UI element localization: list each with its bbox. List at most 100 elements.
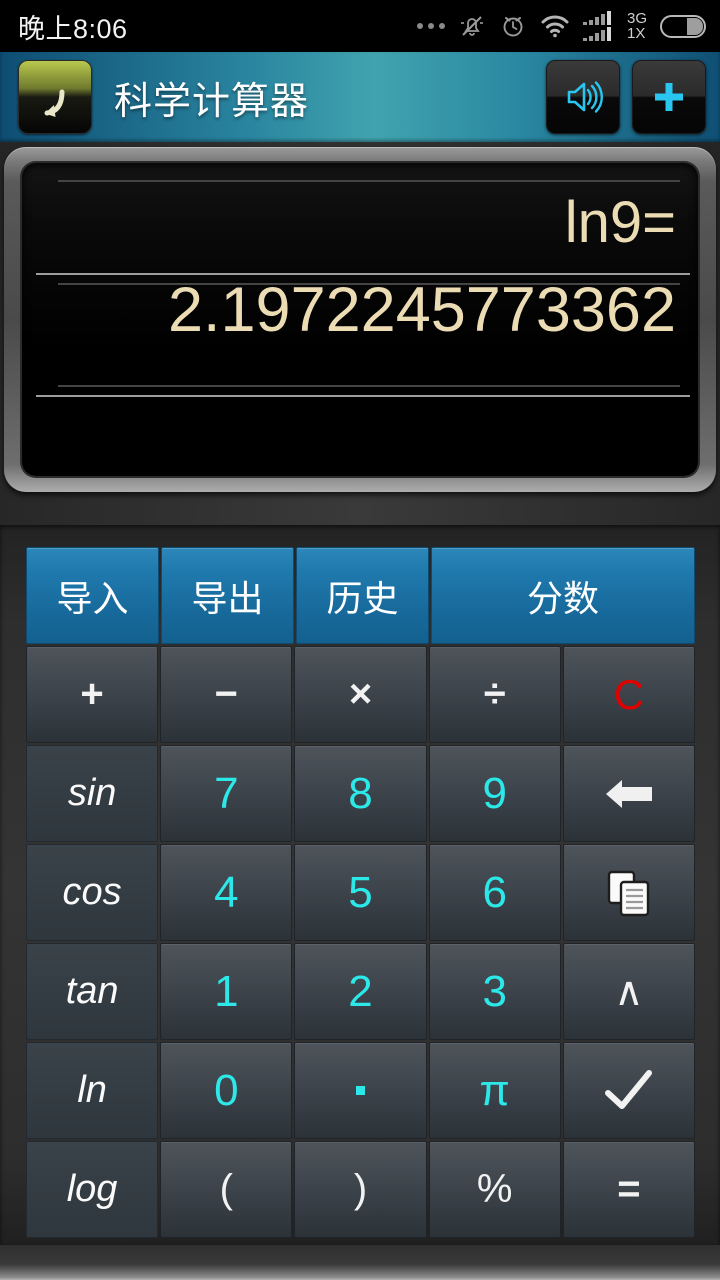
percent-button-label: % bbox=[476, 1167, 513, 1211]
confirm-button[interactable] bbox=[562, 1042, 696, 1139]
device-bottom-edge bbox=[0, 1245, 720, 1280]
digit-5-button-label: 5 bbox=[348, 867, 373, 917]
log-button[interactable]: log bbox=[26, 1141, 159, 1238]
digit-1-button[interactable]: 1 bbox=[160, 943, 293, 1040]
digit-3-button[interactable]: 3 bbox=[428, 943, 561, 1040]
digit-5-button[interactable]: 5 bbox=[294, 844, 427, 941]
plus-button[interactable]: + bbox=[26, 646, 159, 743]
clear-button[interactable]: C bbox=[562, 646, 696, 743]
display-bezel: ln9= 2.1972245773362 bbox=[4, 147, 716, 492]
import-button-label: 导入 bbox=[56, 577, 129, 619]
copy-icon bbox=[607, 870, 650, 916]
digit-6-button[interactable]: 6 bbox=[428, 844, 561, 941]
export-button-label: 导出 bbox=[191, 577, 264, 619]
left-paren-button[interactable]: ( bbox=[160, 1141, 293, 1238]
tan-button-label: tan bbox=[65, 970, 119, 1012]
keypad-row: 导入 导出 历史 分数 bbox=[26, 547, 695, 644]
import-button[interactable]: 导入 bbox=[26, 547, 159, 644]
digit-3-button-label: 3 bbox=[482, 966, 507, 1016]
equals-button[interactable]: = bbox=[562, 1141, 696, 1238]
calculator-app: 晚上8:06 3G 1X 科学计算器 ln9= 2.1972245773362 … bbox=[0, 0, 720, 1280]
check-icon bbox=[604, 1069, 652, 1109]
multiply-button[interactable]: × bbox=[294, 646, 427, 743]
digit-9-button-label: 9 bbox=[482, 768, 507, 818]
divide-button-label: ÷ bbox=[483, 672, 506, 716]
cos-button[interactable]: cos bbox=[26, 844, 159, 941]
export-button[interactable]: 导出 bbox=[161, 547, 294, 644]
digit-7-button-label: 7 bbox=[214, 768, 239, 818]
ln-button[interactable]: ln bbox=[26, 1042, 159, 1139]
digit-9-button[interactable]: 9 bbox=[428, 745, 561, 842]
network-type-top: 3G bbox=[626, 10, 647, 27]
left-paren-button-label: ( bbox=[219, 1167, 233, 1211]
digit-2-button[interactable]: 2 bbox=[294, 943, 427, 1040]
right-paren-button-label: ) bbox=[353, 1167, 368, 1211]
clear-button-label: C bbox=[613, 670, 645, 718]
decimal-dot-glyph bbox=[356, 1086, 365, 1095]
keypad-row: sin 7 8 9 bbox=[26, 745, 696, 842]
right-paren-button[interactable]: ) bbox=[294, 1141, 427, 1238]
digit-8-button[interactable]: 8 bbox=[294, 745, 427, 842]
minus-button-label: − bbox=[214, 672, 238, 716]
equals-button-label: = bbox=[617, 1167, 641, 1211]
percent-button[interactable]: % bbox=[428, 1141, 561, 1238]
cos-button-label: cos bbox=[62, 871, 122, 913]
digit-4-button[interactable]: 4 bbox=[160, 844, 293, 941]
status-icons: 3G 1X bbox=[416, 11, 706, 41]
digit-8-button-label: 8 bbox=[348, 768, 373, 818]
backspace-button[interactable] bbox=[562, 745, 696, 842]
back-arrow-icon bbox=[44, 89, 65, 117]
volume-button[interactable] bbox=[546, 60, 620, 134]
back-button[interactable] bbox=[18, 60, 92, 134]
keypad: 导入 导出 历史 分数 + − × ÷ Csin 7 8 9 cos 4 5 6 tan 1 2 3 ∧ ln 0 π log (… bbox=[26, 547, 696, 1238]
copy-button[interactable] bbox=[562, 844, 696, 941]
sin-button[interactable]: sin bbox=[26, 745, 159, 842]
battery-icon bbox=[660, 14, 706, 38]
ln-button-label: ln bbox=[77, 1069, 107, 1111]
log-button-label: log bbox=[66, 1168, 118, 1210]
digit-2-button-label: 2 bbox=[348, 966, 373, 1016]
result-text: 2.1972245773362 bbox=[167, 275, 676, 345]
fraction-button[interactable]: 分数 bbox=[431, 547, 695, 644]
signal-bars-icon bbox=[582, 11, 611, 41]
bell-muted-icon bbox=[460, 16, 483, 36]
backspace-arrow-icon bbox=[605, 779, 652, 808]
divide-button[interactable]: ÷ bbox=[428, 646, 561, 743]
page-title: 科学计算器 bbox=[114, 80, 310, 123]
power-button[interactable]: ∧ bbox=[562, 943, 696, 1040]
multiply-button-label: × bbox=[348, 672, 373, 716]
plus-icon bbox=[655, 83, 683, 111]
status-time: 晚上8:06 bbox=[18, 13, 128, 44]
digit-4-button-label: 4 bbox=[214, 867, 239, 917]
digit-6-button-label: 6 bbox=[482, 867, 507, 917]
decimal-point-button[interactable] bbox=[294, 1042, 427, 1139]
title-bar: 科学计算器 bbox=[0, 52, 720, 142]
fraction-button-label: 分数 bbox=[526, 577, 599, 619]
expression-text: ln9= bbox=[564, 190, 676, 255]
status-bar: 晚上8:06 3G 1X bbox=[0, 0, 720, 52]
keypad-row: log ()% = bbox=[26, 1141, 696, 1238]
keypad-row: tan 1 2 3 ∧ bbox=[26, 943, 696, 1040]
sin-button-label: sin bbox=[67, 772, 117, 814]
alarm-clock-icon bbox=[503, 17, 523, 37]
plus-button-label: + bbox=[80, 672, 104, 716]
history-button[interactable]: 历史 bbox=[296, 547, 429, 644]
network-labels: 3G 1X bbox=[627, 11, 647, 41]
add-button[interactable] bbox=[632, 60, 706, 134]
title-actions bbox=[546, 60, 706, 134]
history-button-label: 历史 bbox=[326, 577, 399, 619]
digit-7-button[interactable]: 7 bbox=[160, 745, 293, 842]
minus-button[interactable]: − bbox=[160, 646, 293, 743]
digit-0-button[interactable]: 0 bbox=[160, 1042, 293, 1139]
wifi-icon bbox=[541, 15, 569, 38]
keypad-row: cos 4 5 6 bbox=[26, 844, 696, 941]
network-type-bottom: 1X bbox=[626, 25, 646, 42]
tan-button[interactable]: tan bbox=[26, 943, 159, 1040]
pi-button[interactable]: π bbox=[428, 1042, 561, 1139]
keypad-row: + − × ÷ C bbox=[26, 646, 696, 743]
display-screen[interactable]: ln9= 2.1972245773362 bbox=[22, 163, 698, 476]
pi-button-label: π bbox=[479, 1065, 510, 1115]
keypad-row: ln 0 π bbox=[26, 1042, 696, 1139]
speaker-volume-icon bbox=[567, 81, 603, 113]
more-dots-icon bbox=[416, 23, 445, 29]
